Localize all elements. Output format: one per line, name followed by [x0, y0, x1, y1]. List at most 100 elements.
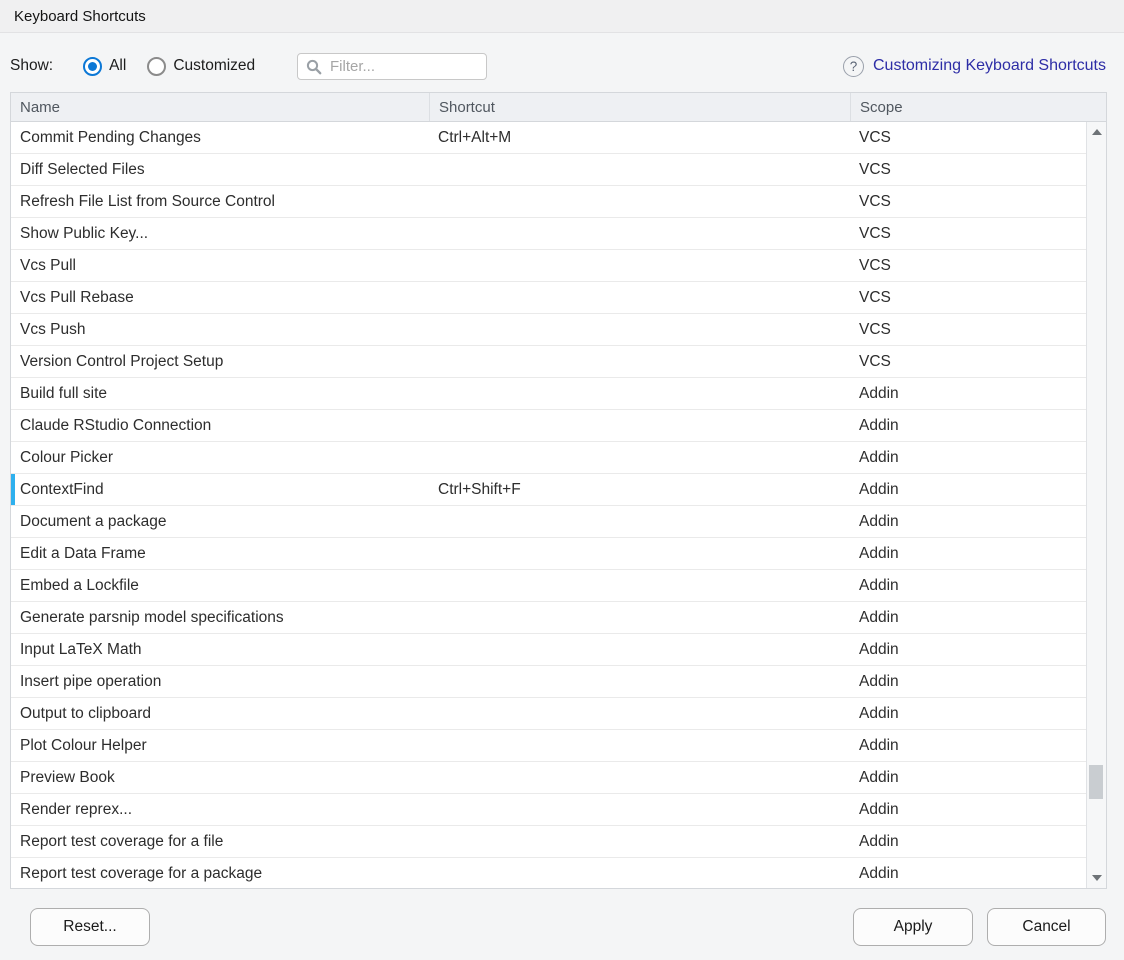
reset-button[interactable]: Reset... — [30, 908, 150, 946]
cell-name: Generate parsnip model specifications — [11, 602, 429, 633]
table-row[interactable]: Build full site Addin — [11, 378, 1106, 410]
table-row[interactable]: Vcs Pull Rebase VCS — [11, 282, 1106, 314]
radio-customized[interactable] — [147, 57, 166, 76]
cell-shortcut — [429, 538, 850, 569]
cell-shortcut — [429, 634, 850, 665]
help-area: ? Customizing Keyboard Shortcuts — [843, 56, 1106, 77]
cell-shortcut — [429, 826, 850, 857]
cell-name: Refresh File List from Source Control — [11, 186, 429, 217]
cancel-button[interactable]: Cancel — [987, 908, 1106, 946]
scroll-up-button[interactable] — [1087, 124, 1106, 140]
cell-name: Preview Book — [11, 762, 429, 793]
cell-scope: VCS — [850, 186, 1106, 217]
cell-shortcut — [429, 442, 850, 473]
table-row[interactable]: Output to clipboard Addin — [11, 698, 1106, 730]
table-row[interactable]: Show Public Key... VCS — [11, 218, 1106, 250]
dialog-title: Keyboard Shortcuts — [14, 8, 146, 25]
cell-name: Build full site — [11, 378, 429, 409]
cell-shortcut — [429, 858, 850, 888]
cell-scope: Addin — [850, 442, 1106, 473]
cell-name: Claude RStudio Connection — [11, 410, 429, 441]
cell-name: Input LaTeX Math — [11, 634, 429, 665]
table-row[interactable]: Version Control Project Setup VCS — [11, 346, 1106, 378]
cell-shortcut: Ctrl+Alt+M — [429, 122, 850, 153]
scroll-down-button[interactable] — [1087, 870, 1106, 886]
scroll-down-icon — [1092, 875, 1102, 881]
table-row[interactable]: Generate parsnip model specifications Ad… — [11, 602, 1106, 634]
cell-scope: VCS — [850, 250, 1106, 281]
cell-name: Vcs Push — [11, 314, 429, 345]
table-row[interactable]: ContextFind Ctrl+Shift+F Addin — [11, 474, 1106, 506]
table-row[interactable]: Refresh File List from Source Control VC… — [11, 186, 1106, 218]
scrollbar-thumb[interactable] — [1089, 765, 1103, 799]
cell-name: Report test coverage for a file — [11, 826, 429, 857]
cell-name: Version Control Project Setup — [11, 346, 429, 377]
cell-shortcut — [429, 762, 850, 793]
table-row[interactable]: Edit a Data Frame Addin — [11, 538, 1106, 570]
radio-all-label[interactable]: All — [109, 57, 126, 75]
table-row[interactable]: Vcs Pull VCS — [11, 250, 1106, 282]
cell-scope: VCS — [850, 154, 1106, 185]
cell-name: Insert pipe operation — [11, 666, 429, 697]
cell-scope: Addin — [850, 666, 1106, 697]
cell-shortcut — [429, 378, 850, 409]
table-row[interactable]: Input LaTeX Math Addin — [11, 634, 1106, 666]
cell-scope: Addin — [850, 378, 1106, 409]
filter-box — [297, 53, 487, 80]
radio-all[interactable] — [83, 57, 102, 76]
help-icon[interactable]: ? — [843, 56, 864, 77]
table-row[interactable]: Insert pipe operation Addin — [11, 666, 1106, 698]
cell-shortcut — [429, 666, 850, 697]
radio-group-all: All — [83, 57, 126, 76]
cell-name: ContextFind — [11, 474, 429, 505]
table-row[interactable]: Claude RStudio Connection Addin — [11, 410, 1106, 442]
table-row[interactable]: Diff Selected Files VCS — [11, 154, 1106, 186]
table-row[interactable]: Report test coverage for a package Addin — [11, 858, 1106, 888]
cell-shortcut — [429, 186, 850, 217]
table-header: Name Shortcut Scope — [11, 93, 1106, 122]
vertical-scrollbar[interactable] — [1086, 122, 1106, 888]
cell-name: Vcs Pull Rebase — [11, 282, 429, 313]
cell-scope: Addin — [850, 410, 1106, 441]
cell-name: Colour Picker — [11, 442, 429, 473]
cell-scope: Addin — [850, 506, 1106, 537]
cell-scope: VCS — [850, 314, 1106, 345]
cell-shortcut: Ctrl+Shift+F — [429, 474, 850, 505]
radio-customized-label[interactable]: Customized — [173, 57, 255, 75]
table-row[interactable]: Colour Picker Addin — [11, 442, 1106, 474]
table-row[interactable]: Commit Pending Changes Ctrl+Alt+M VCS — [11, 122, 1106, 154]
table-row[interactable]: Report test coverage for a file Addin — [11, 826, 1106, 858]
cell-scope: Addin — [850, 730, 1106, 761]
cell-shortcut — [429, 250, 850, 281]
shortcuts-table: Name Shortcut Scope Commit Pending Chang… — [10, 92, 1107, 889]
cell-scope: Addin — [850, 602, 1106, 633]
table-row[interactable]: Plot Colour Helper Addin — [11, 730, 1106, 762]
cell-name: Plot Colour Helper — [11, 730, 429, 761]
controls-bar: Show: All Customized ? Customizing Keybo… — [10, 48, 1106, 84]
cell-scope: VCS — [850, 122, 1106, 153]
table-row[interactable]: Preview Book Addin — [11, 762, 1106, 794]
cell-scope: Addin — [850, 762, 1106, 793]
help-link[interactable]: Customizing Keyboard Shortcuts — [873, 57, 1106, 75]
filter-input[interactable] — [330, 58, 478, 75]
cell-scope: Addin — [850, 698, 1106, 729]
apply-button[interactable]: Apply — [853, 908, 973, 946]
table-row[interactable]: Render reprex... Addin — [11, 794, 1106, 826]
cell-scope: Addin — [850, 538, 1106, 569]
table-row[interactable]: Embed a Lockfile Addin — [11, 570, 1106, 602]
cell-name: Commit Pending Changes — [11, 122, 429, 153]
cell-name: Vcs Pull — [11, 250, 429, 281]
cell-name: Render reprex... — [11, 794, 429, 825]
cell-shortcut — [429, 730, 850, 761]
cell-scope: VCS — [850, 346, 1106, 377]
cell-shortcut — [429, 314, 850, 345]
table-row[interactable]: Document a package Addin — [11, 506, 1106, 538]
cell-shortcut — [429, 794, 850, 825]
cell-scope: Addin — [850, 570, 1106, 601]
cell-shortcut — [429, 698, 850, 729]
cell-scope: Addin — [850, 858, 1106, 888]
cell-shortcut — [429, 602, 850, 633]
cell-shortcut — [429, 218, 850, 249]
search-icon — [306, 59, 322, 75]
table-row[interactable]: Vcs Push VCS — [11, 314, 1106, 346]
